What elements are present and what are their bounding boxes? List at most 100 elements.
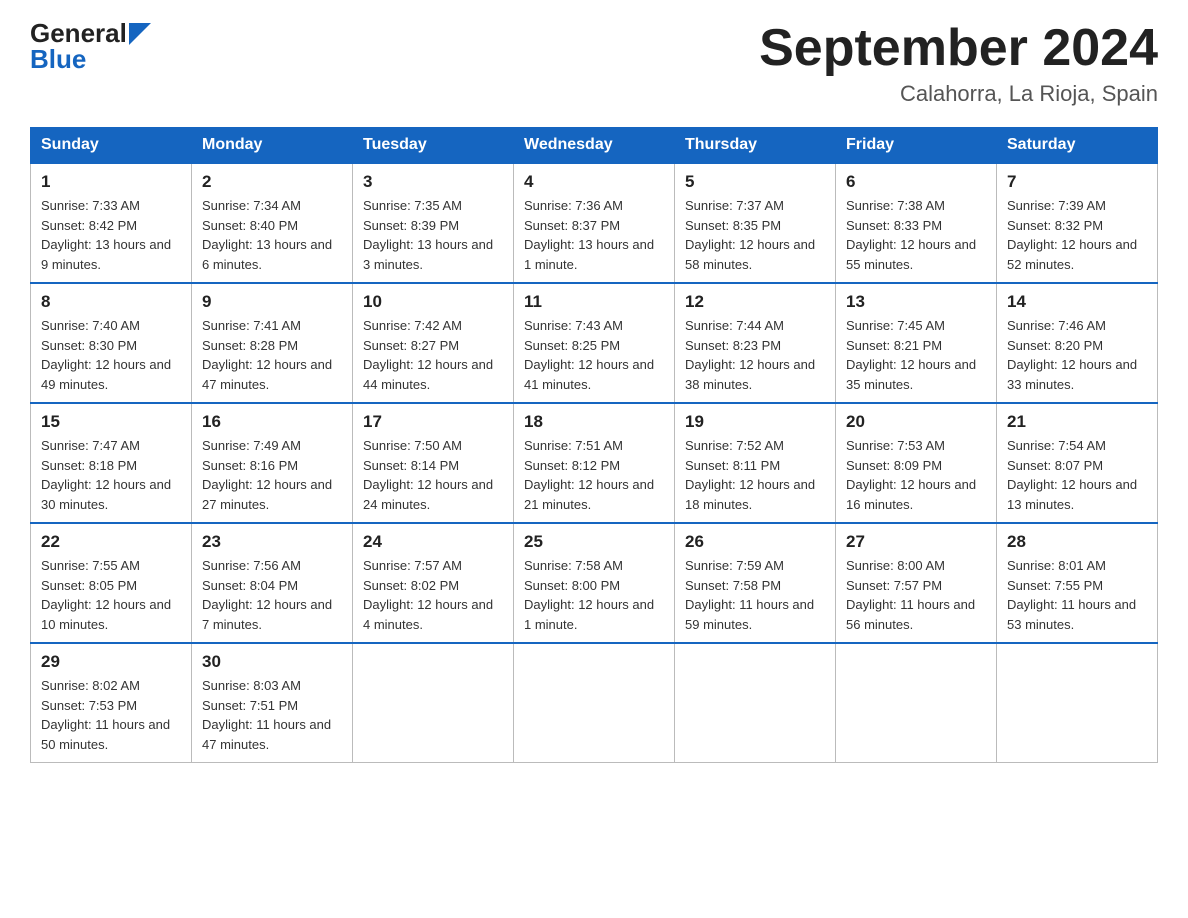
day-number: 13 <box>846 292 986 312</box>
calendar-cell: 21 Sunrise: 7:54 AMSunset: 8:07 PMDayligh… <box>997 403 1158 523</box>
day-info: Sunrise: 7:54 AMSunset: 8:07 PMDaylight:… <box>1007 436 1147 514</box>
day-number: 28 <box>1007 532 1147 552</box>
day-info: Sunrise: 7:38 AMSunset: 8:33 PMDaylight:… <box>846 196 986 274</box>
calendar-cell: 12Sunrise: 7:44 AMSunset: 8:23 PMDayligh… <box>675 283 836 403</box>
day-info: Sunrise: 7:47 AMSunset: 8:18 PMDaylight:… <box>41 436 181 514</box>
day-number: 6 <box>846 172 986 192</box>
calendar-cell: 25 Sunrise: 7:58 AMSunset: 8:00 PMDayligh… <box>514 523 675 643</box>
day-number: 24 <box>363 532 503 552</box>
day-info: Sunrise: 7:59 AMSunset: 7:58 PMDaylight:… <box>685 556 825 634</box>
day-info: Sunrise: 7:42 AMSunset: 8:27 PMDaylight:… <box>363 316 503 394</box>
day-number: 11 <box>524 292 664 312</box>
calendar-cell: 13 Sunrise: 7:45 AMSunset: 8:21 PMDayligh… <box>836 283 997 403</box>
week-row-2: 8 Sunrise: 7:40 AMSunset: 8:30 PMDaylight… <box>31 283 1158 403</box>
calendar-cell: 24 Sunrise: 7:57 AMSunset: 8:02 PMDayligh… <box>353 523 514 643</box>
day-info: Sunrise: 7:58 AMSunset: 8:00 PMDaylight:… <box>524 556 664 634</box>
day-info: Sunrise: 7:57 AMSunset: 8:02 PMDaylight:… <box>363 556 503 634</box>
calendar-cell: 9Sunrise: 7:41 AMSunset: 8:28 PMDaylight… <box>192 283 353 403</box>
calendar-cell: 19 Sunrise: 7:52 AMSunset: 8:11 PMDayligh… <box>675 403 836 523</box>
day-info: Sunrise: 8:01 AMSunset: 7:55 PMDaylight:… <box>1007 556 1147 634</box>
day-info: Sunrise: 7:34 AMSunset: 8:40 PMDaylight:… <box>202 196 342 274</box>
day-info: Sunrise: 7:36 AMSunset: 8:37 PMDaylight:… <box>524 196 664 274</box>
day-info: Sunrise: 7:45 AMSunset: 8:21 PMDaylight:… <box>846 316 986 394</box>
calendar-cell <box>836 643 997 763</box>
calendar-cell: 29 Sunrise: 8:02 AMSunset: 7:53 PMDayligh… <box>31 643 192 763</box>
day-number: 23 <box>202 532 342 552</box>
week-row-3: 15 Sunrise: 7:47 AMSunset: 8:18 PMDayligh… <box>31 403 1158 523</box>
day-info: Sunrise: 7:33 AMSunset: 8:42 PMDaylight:… <box>41 196 181 274</box>
day-info: Sunrise: 7:50 AMSunset: 8:14 PMDaylight:… <box>363 436 503 514</box>
calendar-cell <box>675 643 836 763</box>
day-number: 26 <box>685 532 825 552</box>
day-info: Sunrise: 7:56 AMSunset: 8:04 PMDaylight:… <box>202 556 342 634</box>
day-number: 19 <box>685 412 825 432</box>
day-info: Sunrise: 8:03 AMSunset: 7:51 PMDaylight:… <box>202 676 342 754</box>
header-friday: Friday <box>836 128 997 164</box>
day-number: 17 <box>363 412 503 432</box>
day-info: Sunrise: 7:41 AMSunset: 8:28 PMDaylight:… <box>202 316 342 394</box>
day-number: 27 <box>846 532 986 552</box>
day-info: Sunrise: 7:53 AMSunset: 8:09 PMDaylight:… <box>846 436 986 514</box>
calendar-title: September 2024 <box>759 20 1158 77</box>
calendar-cell <box>997 643 1158 763</box>
day-info: Sunrise: 7:40 AMSunset: 8:30 PMDaylight:… <box>41 316 181 394</box>
header-wednesday: Wednesday <box>514 128 675 164</box>
day-number: 8 <box>41 292 181 312</box>
calendar-cell <box>514 643 675 763</box>
day-info: Sunrise: 7:51 AMSunset: 8:12 PMDaylight:… <box>524 436 664 514</box>
header-sunday: Sunday <box>31 128 192 164</box>
header-thursday: Thursday <box>675 128 836 164</box>
calendar-cell <box>353 643 514 763</box>
day-info: Sunrise: 8:02 AMSunset: 7:53 PMDaylight:… <box>41 676 181 754</box>
calendar-cell: 11 Sunrise: 7:43 AMSunset: 8:25 PMDayligh… <box>514 283 675 403</box>
calendar-cell: 16Sunrise: 7:49 AMSunset: 8:16 PMDayligh… <box>192 403 353 523</box>
calendar-cell: 22Sunrise: 7:55 AMSunset: 8:05 PMDayligh… <box>31 523 192 643</box>
calendar-cell: 15 Sunrise: 7:47 AMSunset: 8:18 PMDayligh… <box>31 403 192 523</box>
calendar-cell: 8 Sunrise: 7:40 AMSunset: 8:30 PMDaylight… <box>31 283 192 403</box>
day-number: 14 <box>1007 292 1147 312</box>
logo-blue-text: Blue <box>30 44 86 75</box>
logo-triangle-icon <box>129 23 151 45</box>
day-number: 29 <box>41 652 181 672</box>
header-saturday: Saturday <box>997 128 1158 164</box>
calendar-cell: 18 Sunrise: 7:51 AMSunset: 8:12 PMDayligh… <box>514 403 675 523</box>
day-info: Sunrise: 7:44 AMSunset: 8:23 PMDaylight:… <box>685 316 825 394</box>
day-info: Sunrise: 7:39 AMSunset: 8:32 PMDaylight:… <box>1007 196 1147 274</box>
day-number: 21 <box>1007 412 1147 432</box>
day-number: 15 <box>41 412 181 432</box>
day-number: 18 <box>524 412 664 432</box>
day-number: 5 <box>685 172 825 192</box>
day-info: Sunrise: 7:46 AMSunset: 8:20 PMDaylight:… <box>1007 316 1147 394</box>
calendar-header-row: Sunday Monday Tuesday Wednesday Thursday… <box>31 128 1158 164</box>
page-header: General Blue September 2024 Calahorra, L… <box>30 20 1158 107</box>
day-number: 10 <box>363 292 503 312</box>
calendar-cell: 5 Sunrise: 7:37 AMSunset: 8:35 PMDaylight… <box>675 163 836 283</box>
week-row-5: 29 Sunrise: 8:02 AMSunset: 7:53 PMDayligh… <box>31 643 1158 763</box>
day-number: 25 <box>524 532 664 552</box>
day-info: Sunrise: 7:52 AMSunset: 8:11 PMDaylight:… <box>685 436 825 514</box>
calendar-cell: 23 Sunrise: 7:56 AMSunset: 8:04 PMDayligh… <box>192 523 353 643</box>
day-number: 16 <box>202 412 342 432</box>
logo: General Blue <box>30 20 151 75</box>
calendar-cell: 7 Sunrise: 7:39 AMSunset: 8:32 PMDaylight… <box>997 163 1158 283</box>
calendar-cell: 3Sunrise: 7:35 AMSunset: 8:39 PMDaylight… <box>353 163 514 283</box>
day-info: Sunrise: 7:43 AMSunset: 8:25 PMDaylight:… <box>524 316 664 394</box>
calendar-table: Sunday Monday Tuesday Wednesday Thursday… <box>30 127 1158 763</box>
calendar-cell: 4Sunrise: 7:36 AMSunset: 8:37 PMDaylight… <box>514 163 675 283</box>
calendar-cell: 6 Sunrise: 7:38 AMSunset: 8:33 PMDaylight… <box>836 163 997 283</box>
calendar-cell: 20Sunrise: 7:53 AMSunset: 8:09 PMDayligh… <box>836 403 997 523</box>
logo-general-text: General <box>30 20 127 46</box>
day-number: 22 <box>41 532 181 552</box>
day-info: Sunrise: 7:37 AMSunset: 8:35 PMDaylight:… <box>685 196 825 274</box>
calendar-cell: 17 Sunrise: 7:50 AMSunset: 8:14 PMDayligh… <box>353 403 514 523</box>
calendar-cell: 27Sunrise: 8:00 AMSunset: 7:57 PMDayligh… <box>836 523 997 643</box>
day-number: 30 <box>202 652 342 672</box>
day-number: 7 <box>1007 172 1147 192</box>
header-tuesday: Tuesday <box>353 128 514 164</box>
calendar-cell: 14 Sunrise: 7:46 AMSunset: 8:20 PMDayligh… <box>997 283 1158 403</box>
week-row-4: 22Sunrise: 7:55 AMSunset: 8:05 PMDayligh… <box>31 523 1158 643</box>
title-section: September 2024 Calahorra, La Rioja, Spai… <box>759 20 1158 107</box>
calendar-cell: 30 Sunrise: 8:03 AMSunset: 7:51 PMDayligh… <box>192 643 353 763</box>
week-row-1: 1Sunrise: 7:33 AMSunset: 8:42 PMDaylight… <box>31 163 1158 283</box>
calendar-cell: 1Sunrise: 7:33 AMSunset: 8:42 PMDaylight… <box>31 163 192 283</box>
